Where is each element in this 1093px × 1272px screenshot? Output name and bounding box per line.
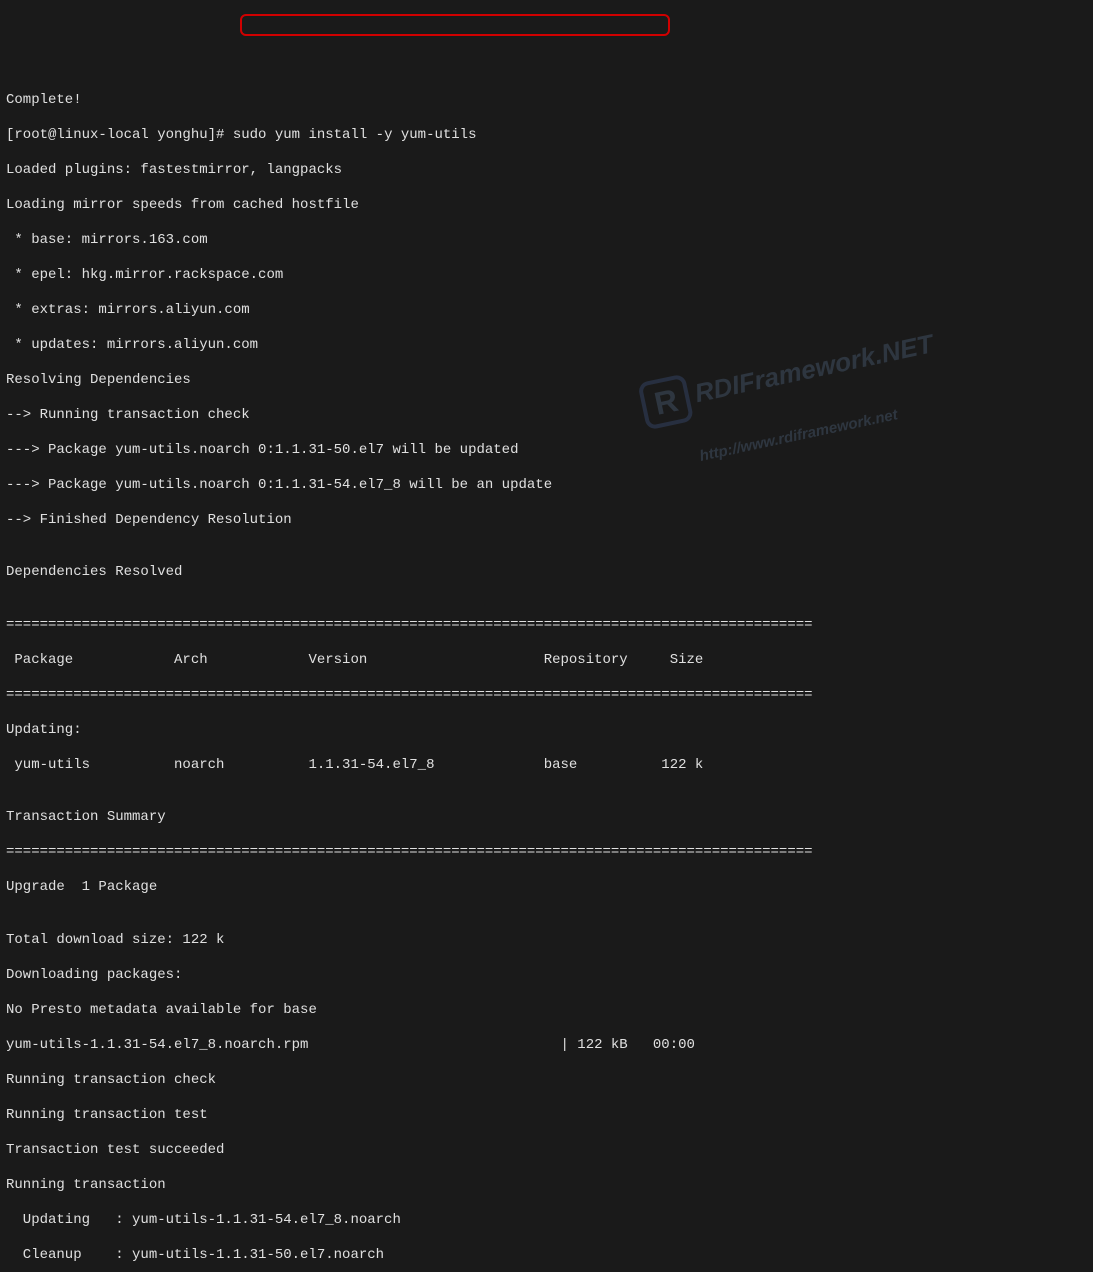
output-line: Downloading packages: <box>6 967 1087 985</box>
table-separator: ========================================… <box>6 687 1087 705</box>
output-line: No Presto metadata available for base <box>6 1002 1087 1020</box>
terminal-output: Complete! [root@linux-local yonghu]# sud… <box>6 74 1087 1272</box>
table-row: yum-utils noarch 1.1.31-54.el7_8 base 12… <box>6 757 1087 775</box>
annotation-command-highlight <box>240 14 670 36</box>
command-text: sudo yum install -y yum-utils <box>233 127 477 143</box>
output-line: ---> Package yum-utils.noarch 0:1.1.31-5… <box>6 442 1087 460</box>
output-line: Resolving Dependencies <box>6 372 1087 390</box>
output-line: Loading mirror speeds from cached hostfi… <box>6 197 1087 215</box>
output-line: Total download size: 122 k <box>6 932 1087 950</box>
output-line: Updating: <box>6 722 1087 740</box>
output-line: Updating : yum-utils-1.1.31-54.el7_8.noa… <box>6 1212 1087 1230</box>
output-line: Running transaction test <box>6 1107 1087 1125</box>
output-line: * epel: hkg.mirror.rackspace.com <box>6 267 1087 285</box>
output-line: * extras: mirrors.aliyun.com <box>6 302 1087 320</box>
output-line: Transaction test succeeded <box>6 1142 1087 1160</box>
output-line: --> Finished Dependency Resolution <box>6 512 1087 530</box>
output-line: Running transaction check <box>6 1072 1087 1090</box>
output-line: Running transaction <box>6 1177 1087 1195</box>
output-line: Loaded plugins: fastestmirror, langpacks <box>6 162 1087 180</box>
output-line: ---> Package yum-utils.noarch 0:1.1.31-5… <box>6 477 1087 495</box>
output-line: Cleanup : yum-utils-1.1.31-50.el7.noarch <box>6 1247 1087 1265</box>
output-line: Dependencies Resolved <box>6 564 1087 582</box>
shell-prompt: [root@linux-local yonghu]# <box>6 127 224 143</box>
output-line: Transaction Summary <box>6 809 1087 827</box>
prompt-line[interactable]: [root@linux-local yonghu]# sudo yum inst… <box>6 127 1087 145</box>
output-line: * updates: mirrors.aliyun.com <box>6 337 1087 355</box>
output-line: yum-utils-1.1.31-54.el7_8.noarch.rpm | 1… <box>6 1037 1087 1055</box>
output-line: Complete! <box>6 92 1087 110</box>
table-separator: ========================================… <box>6 844 1087 862</box>
output-line: Upgrade 1 Package <box>6 879 1087 897</box>
table-header: Package Arch Version Repository Size <box>6 652 1087 670</box>
table-separator: ========================================… <box>6 617 1087 635</box>
output-line: * base: mirrors.163.com <box>6 232 1087 250</box>
output-line: --> Running transaction check <box>6 407 1087 425</box>
